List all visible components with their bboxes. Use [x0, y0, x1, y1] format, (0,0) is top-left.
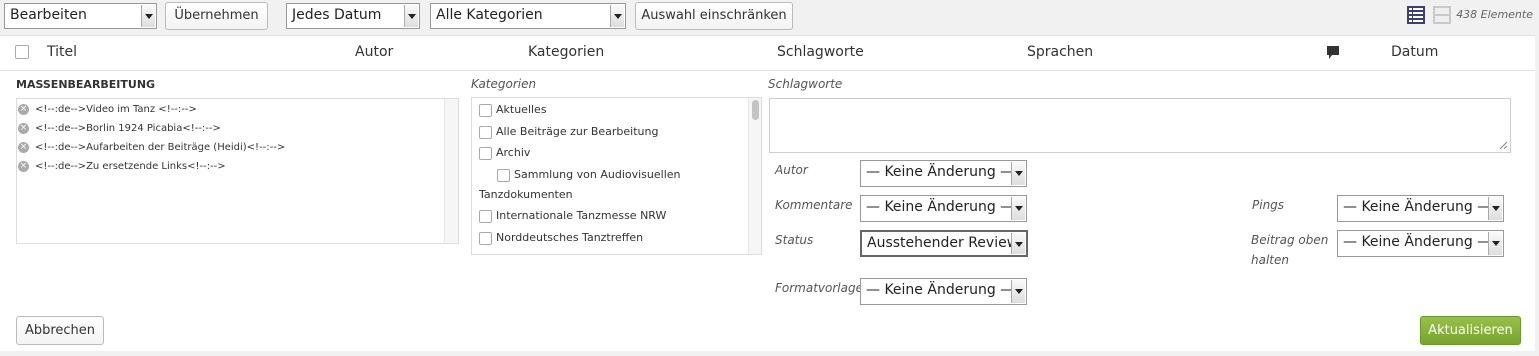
remove-icon[interactable]: × [18, 104, 29, 115]
bulk-action-select[interactable]: Bearbeiten [4, 3, 157, 29]
category-checkbox[interactable] [479, 209, 492, 223]
chevron-down-icon [1488, 197, 1502, 220]
categories-label: Kategorien [471, 77, 537, 91]
format-select[interactable]: — Keine Änderung — [860, 278, 1027, 305]
tags-textarea[interactable] [769, 98, 1511, 153]
bulk-edit-heading: MASSENBEARBEITUNG [16, 78, 156, 91]
list-item: × <!--:de-->Video im Tanz <!--:--> [18, 104, 197, 115]
category-checkbox[interactable] [479, 146, 492, 160]
category-filter-value: Alle Kategorien [436, 7, 543, 23]
excerpt-view-icon[interactable] [1432, 5, 1452, 25]
categories-checklist: Aktuelles Alle Beiträge zur Bearbeitung … [471, 97, 762, 255]
chevron-down-icon [1488, 232, 1502, 255]
remove-icon[interactable]: × [18, 123, 29, 134]
status-value: Ausstehender Review [867, 235, 1019, 251]
cancel-button[interactable]: Abbrechen [16, 316, 104, 345]
author-value: — Keine Änderung — [866, 164, 1015, 180]
category-item[interactable]: Sammlung von Audiovisuellen [497, 168, 681, 182]
sticky-label: Beitrag oben halten [1251, 233, 1329, 267]
category-item[interactable]: Norddeutsches Tanztreffen [479, 231, 643, 245]
pings-label: Pings [1252, 198, 1285, 212]
bulk-action-value: Bearbeiten [10, 7, 87, 23]
sticky-select[interactable]: — Keine Änderung — [1337, 230, 1504, 257]
item-count: 438 Elemente [1456, 8, 1533, 21]
category-checkbox[interactable] [479, 103, 492, 117]
format-value: — Keine Änderung — [866, 282, 1015, 298]
chevron-down-icon [1011, 197, 1025, 220]
chevron-down-icon [610, 5, 624, 27]
comments-select[interactable]: — Keine Änderung — [860, 195, 1027, 222]
category-checkbox[interactable] [497, 168, 510, 182]
bulk-posts-list: × <!--:de-->Video im Tanz <!--:--> × <!-… [16, 98, 459, 244]
category-checkbox[interactable] [479, 231, 492, 245]
date-filter-select[interactable]: Jedes Datum [286, 3, 420, 29]
status-select[interactable]: Ausstehender Review [860, 230, 1028, 257]
categories-scrollbar[interactable] [748, 98, 761, 254]
pings-select[interactable]: — Keine Änderung — [1337, 195, 1504, 222]
update-button[interactable]: Aktualisieren [1420, 316, 1521, 345]
category-checkbox[interactable] [479, 125, 492, 139]
resize-handle-icon[interactable] [1499, 141, 1508, 150]
status-label: Status [775, 233, 814, 247]
comments-label: Kommentare [775, 198, 853, 212]
comment-icon[interactable] [1326, 45, 1340, 65]
posts-scrollbar[interactable] [444, 99, 458, 243]
category-item-continued: Tanzdokumenten [479, 188, 573, 201]
scrollbar-thumb[interactable] [752, 100, 759, 120]
date-filter-value: Jedes Datum [292, 7, 382, 23]
category-item[interactable]: Archiv [479, 146, 530, 160]
column-categories: Kategorien [528, 44, 605, 60]
comments-value: — Keine Änderung — [866, 199, 1015, 215]
apply-button[interactable]: Übernehmen [165, 2, 268, 30]
column-tags: Schlagworte [777, 44, 864, 60]
filter-button[interactable]: Auswahl einschränken [635, 2, 793, 30]
category-item[interactable]: Aktuelles [479, 103, 547, 117]
pings-value: — Keine Änderung — [1343, 199, 1492, 215]
column-date[interactable]: Datum [1391, 44, 1438, 60]
chevron-down-icon [1011, 280, 1025, 303]
table-header: Titel Autor Kategorien Schlagworte Sprac… [0, 35, 1535, 71]
bulk-edit-panel: MASSENBEARBEITUNG × <!--:de-->Video im T… [0, 71, 1535, 351]
column-languages: Sprachen [1027, 44, 1094, 60]
format-label: Formatvorlage [775, 281, 863, 295]
sticky-value: — Keine Änderung — [1343, 234, 1492, 250]
author-select[interactable]: — Keine Änderung — [860, 160, 1027, 187]
select-all-checkbox[interactable] [15, 45, 29, 59]
remove-icon[interactable]: × [18, 161, 29, 172]
category-item[interactable]: Internationale Tanzmesse NRW [479, 209, 666, 223]
remove-icon[interactable]: × [18, 142, 29, 153]
chevron-down-icon [1011, 162, 1025, 185]
column-author: Autor [355, 44, 394, 60]
chevron-down-icon [1011, 233, 1025, 254]
list-item: × <!--:de-->Borlin 1924 Picabia<!--:--> [18, 123, 221, 134]
category-item[interactable]: Alle Beiträge zur Bearbeitung [479, 125, 658, 139]
tags-label: Schlagworte [768, 77, 843, 91]
chevron-down-icon [404, 5, 418, 27]
chevron-down-icon [141, 5, 155, 27]
author-label: Autor [775, 163, 808, 177]
list-item: × <!--:de-->Aufarbeiten der Beiträge (He… [18, 142, 286, 153]
category-filter-select[interactable]: Alle Kategorien [430, 3, 626, 29]
list-view-icon[interactable] [1406, 5, 1426, 25]
list-item: × <!--:de-->Zu ersetzende Links<!--:--> [18, 161, 226, 172]
column-title[interactable]: Titel [47, 44, 77, 60]
